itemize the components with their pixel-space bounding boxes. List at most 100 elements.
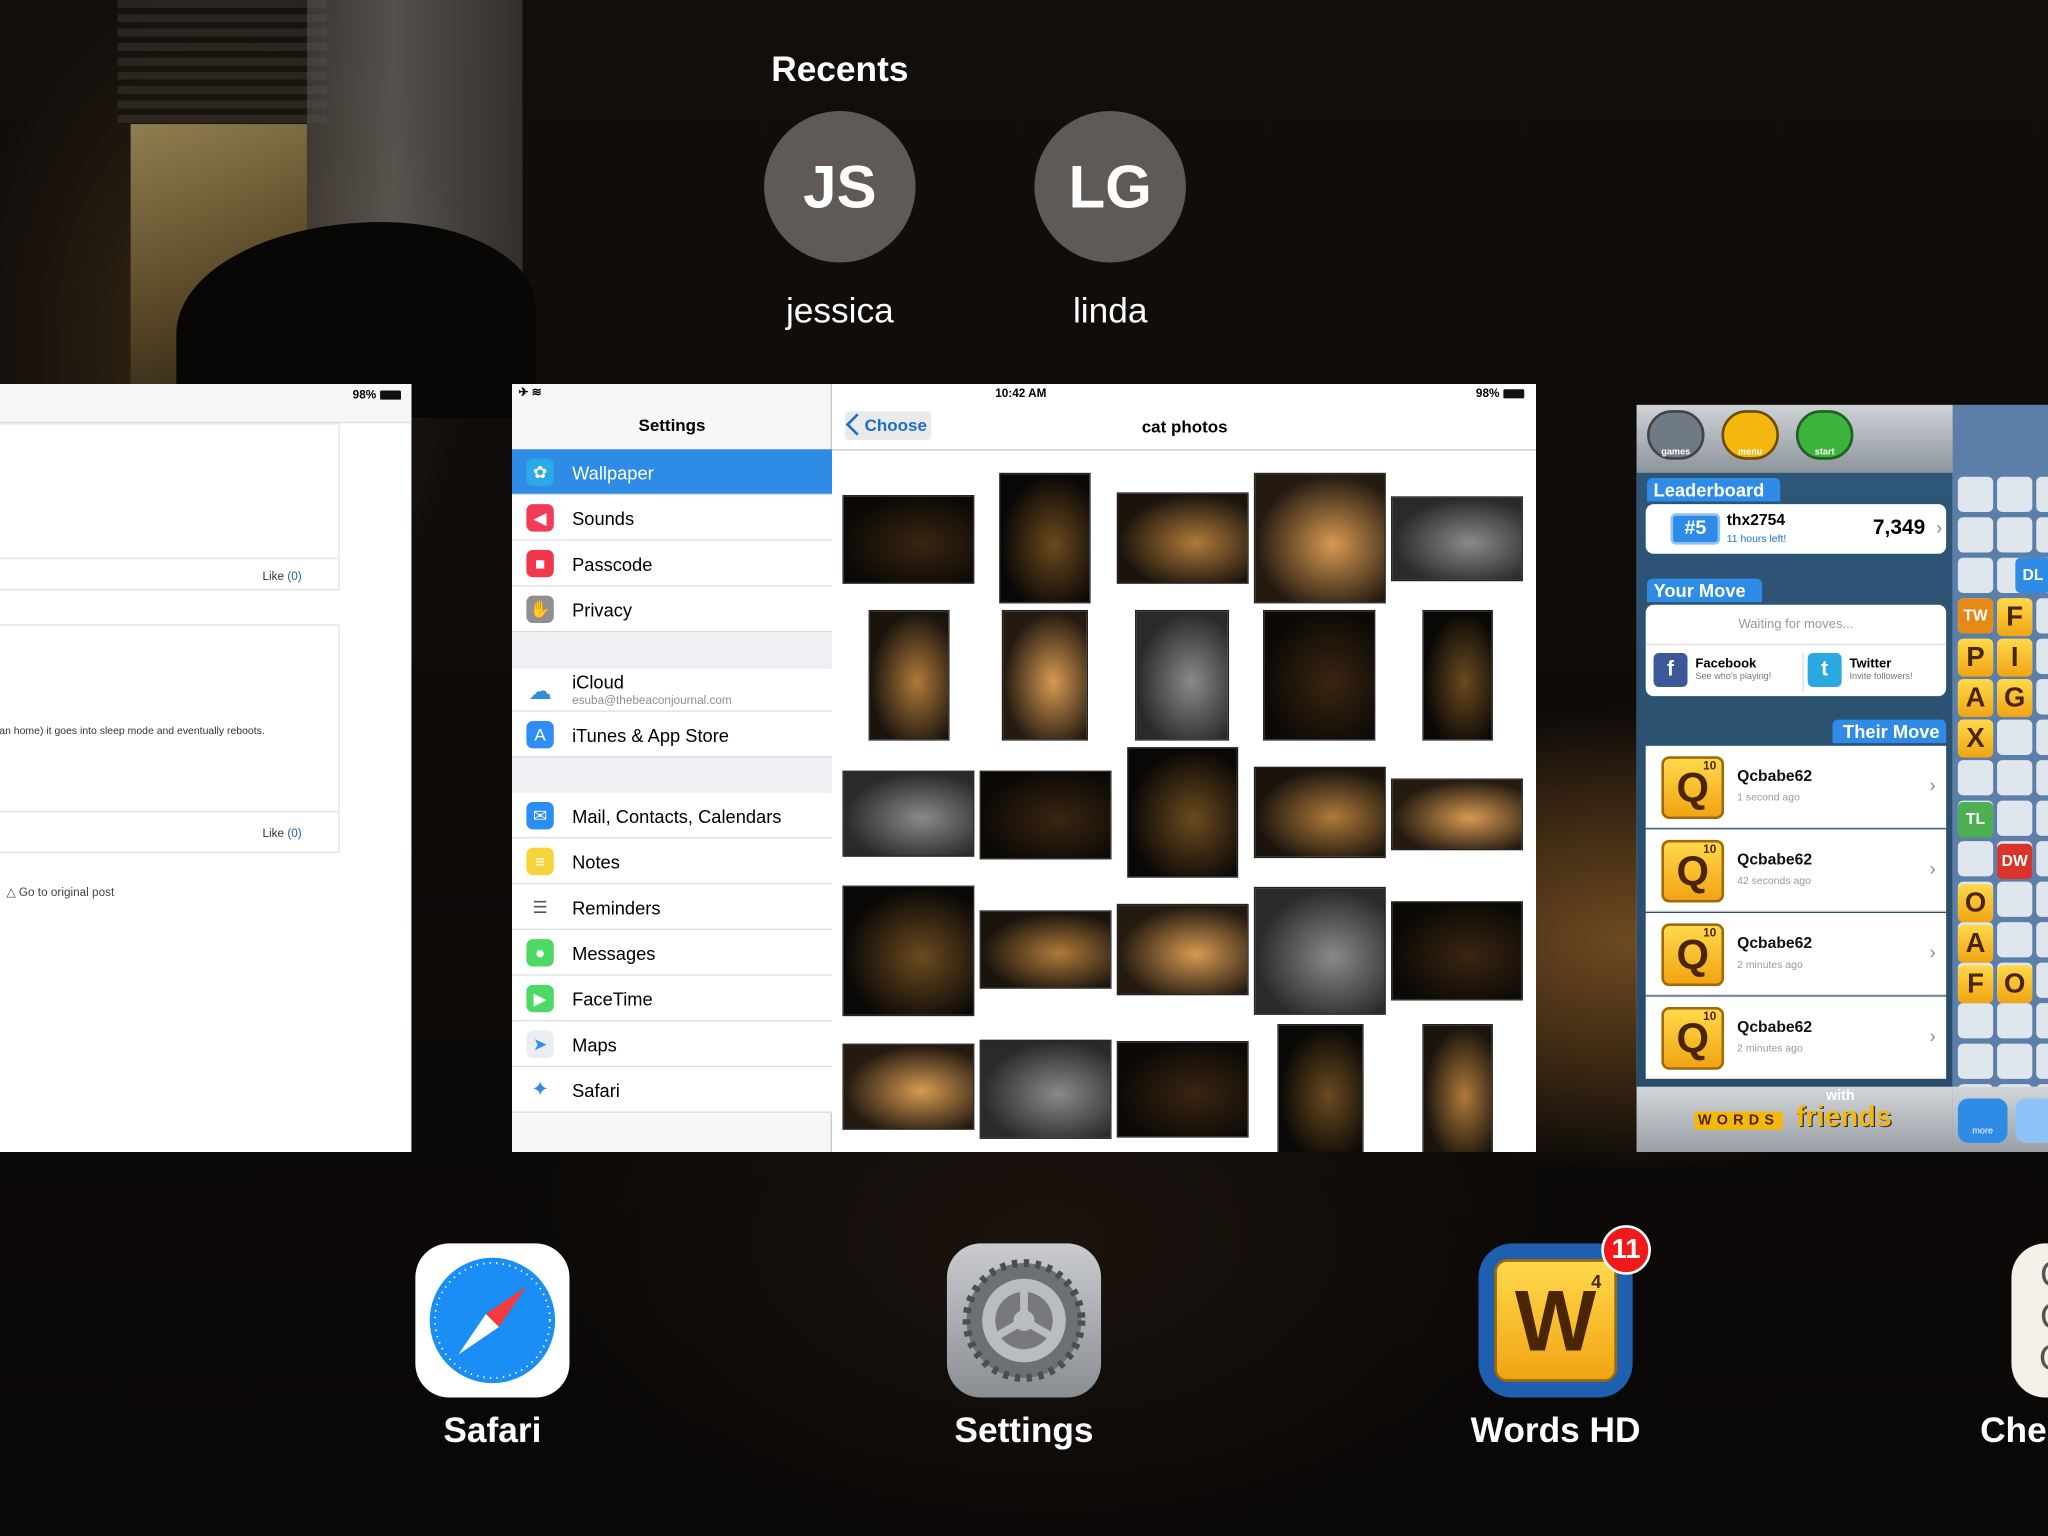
photo-thumbnail[interactable] [842,495,975,584]
original-post-link[interactable]: △ Go to original post [7,886,115,900]
app-safari[interactable]: Safari [415,1243,570,1450]
photo-thumbnail[interactable] [979,770,1112,860]
chat-button[interactable] [2015,1098,2048,1143]
photo-thumbnail[interactable] [1391,901,1523,1001]
photo-thumbnail[interactable] [1116,1040,1249,1138]
game-row[interactable]: Q 10 Qcbabe62 2 minutes ago › [1645,912,1947,996]
board-cell [2036,962,2048,998]
board-cell [2036,517,2048,553]
leaderboard-panel[interactable]: #5 thx2754 11 hours left! 7,349 › [1645,504,1947,554]
passcode-icon: ■ [526,549,554,578]
board-cell [1957,476,1994,512]
app-words-hd[interactable]: W4 11 Words HD [1471,1225,1651,1450]
wwf-logo-bar: WORDS with friends [1636,1086,1953,1152]
photo-thumbnail[interactable] [1127,747,1239,878]
words-with-friends-card[interactable]: games menu start Leaderboard #5 thx2754 … [1636,404,2048,1152]
facebook-label[interactable]: Facebook [1695,657,1756,671]
game-row[interactable]: Q 10 Qcbabe62 42 seconds ago › [1645,829,1947,912]
settings-item-sounds[interactable]: ◀ Sounds [512,495,832,541]
settings-item-messages[interactable]: ● Messages [512,929,832,976]
settings-item-passcode[interactable]: ■ Passcode [512,540,832,587]
app-settings[interactable]: Settings [946,1243,1102,1450]
recent-contact-linda[interactable]: LG linda [1034,111,1186,330]
comment-box: Like (0) [0,423,340,591]
photo-thumbnail[interactable] [1422,609,1493,741]
board-tile: G [1997,679,2033,718]
move-time: 1 second ago [1737,791,1800,804]
opponent-name: Qcbabe62 [1737,850,1813,869]
airplane-wifi-icon: ✈ ≋ [518,385,542,399]
q-letter-tile: Q 10 [1661,1007,1725,1070]
game-row[interactable]: Q 10 Qcbabe62 2 minutes ago › [1645,996,1947,1079]
safari-app-card[interactable]: 98% Like (0) han home) it goes into slee… [0,384,412,1152]
photo-thumbnail[interactable] [1135,609,1230,741]
photo-thumbnail[interactable] [1263,609,1376,741]
app-partial[interactable]: CCO Che [1980,1243,2048,1450]
move-time: 2 minutes ago [1737,958,1803,971]
settings-item-wallpaper[interactable]: ✿ Wallpaper [512,449,832,496]
more-button[interactable]: more [1957,1098,2008,1143]
move-time: 2 minutes ago [1737,1042,1803,1055]
settings-item-mail[interactable]: ✉ Mail, Contacts, Calendars [512,792,832,839]
games-panel: games menu start Leaderboard #5 thx2754 … [1636,404,1953,1152]
game-row[interactable]: Q 10 Qcbabe62 1 second ago › [1645,745,1947,829]
board-toolbar: more [1952,1086,2048,1152]
settings-item-maps[interactable]: ➤ Maps [512,1021,832,1068]
battery-icon [380,390,401,400]
settings-item-itunes[interactable]: AiTunes & App Store [512,711,832,758]
photo-thumbnail[interactable] [1422,1024,1493,1152]
photo-thumbnail[interactable] [1391,778,1523,851]
board-tile: O [1997,965,2033,1004]
photo-thumbnail[interactable] [842,1043,975,1130]
twitter-label[interactable]: Twitter [1849,657,1891,671]
settings-app-card[interactable]: Settings ✿ Wallpaper ◀ Sounds ■ Passcode ✋ P… [512,384,1536,1152]
safari-icon [415,1243,570,1398]
choose-back-button[interactable]: Choose [845,411,932,441]
app-label: Che [1980,1410,2047,1450]
settings-item-facetime[interactable]: ▶ FaceTime [512,975,832,1022]
settings-item-reminders[interactable]: ☰ Reminders [512,884,832,930]
photo-thumbnail[interactable] [999,472,1091,604]
photo-thumbnail[interactable] [1277,1024,1364,1152]
photo-thumbnail[interactable] [979,910,1112,989]
divider [1645,643,1947,646]
like-link[interactable]: Like (0) [262,827,301,840]
settings-item-notes[interactable]: ≡ Notes [512,838,832,885]
like-link[interactable]: Like (0) [262,569,301,582]
settings-item-label: Mail, Contacts, Calendars [572,805,782,827]
board-bonus-tw: TW [1957,598,1994,634]
facebook-icon[interactable]: f [1653,653,1688,688]
battery-icon [1503,389,1525,399]
board-cell [1997,881,2033,917]
board-cell [1997,517,2033,553]
photo-thumbnail[interactable] [842,770,975,857]
menu-button[interactable]: menu [1721,410,1779,460]
game-board[interactable]: DL TW TL DW F P I A G X O A F O more [1952,404,2048,1152]
settings-item-safari[interactable]: ✦ Safari [512,1067,832,1113]
photo-thumbnail[interactable] [1391,496,1523,582]
facebook-sub: See who's playing! [1695,672,1772,682]
start-button[interactable]: start [1795,410,1854,460]
icloud-account: esuba@thebeaconjournal.com [572,693,732,707]
waiting-text: Waiting for moves... [1738,617,1854,633]
settings-item-privacy[interactable]: ✋ Privacy [512,586,832,633]
photo-thumbnail[interactable] [979,1039,1112,1139]
photo-thumbnail[interactable] [868,609,950,741]
settings-item-label: Safari [572,1080,620,1102]
photo-thumbnail[interactable] [842,885,975,1017]
photo-thumbnail[interactable] [1253,472,1386,604]
settings-item-icloud[interactable]: ☁ iCloud esuba@thebeaconjournal.com [512,668,832,712]
photo-thumbnail[interactable] [1253,886,1386,1015]
board-cell [1957,517,1994,553]
app-switcher: Recents JS jessica LG linda 98% Like (0)… [0,0,2048,1536]
twitter-icon[interactable]: t [1807,653,1842,688]
photo-thumbnail[interactable] [1116,492,1249,584]
photo-thumbnail[interactable] [1001,609,1088,741]
recent-contact-jessica[interactable]: JS jessica [764,111,916,330]
board-cell [2036,638,2048,674]
settings-item-label: Reminders [572,897,661,919]
photo-thumbnail[interactable] [1253,766,1386,859]
games-button[interactable]: games [1647,410,1705,460]
photo-thumbnail[interactable] [1116,903,1249,996]
twitter-sub: Invite followers! [1849,672,1913,682]
